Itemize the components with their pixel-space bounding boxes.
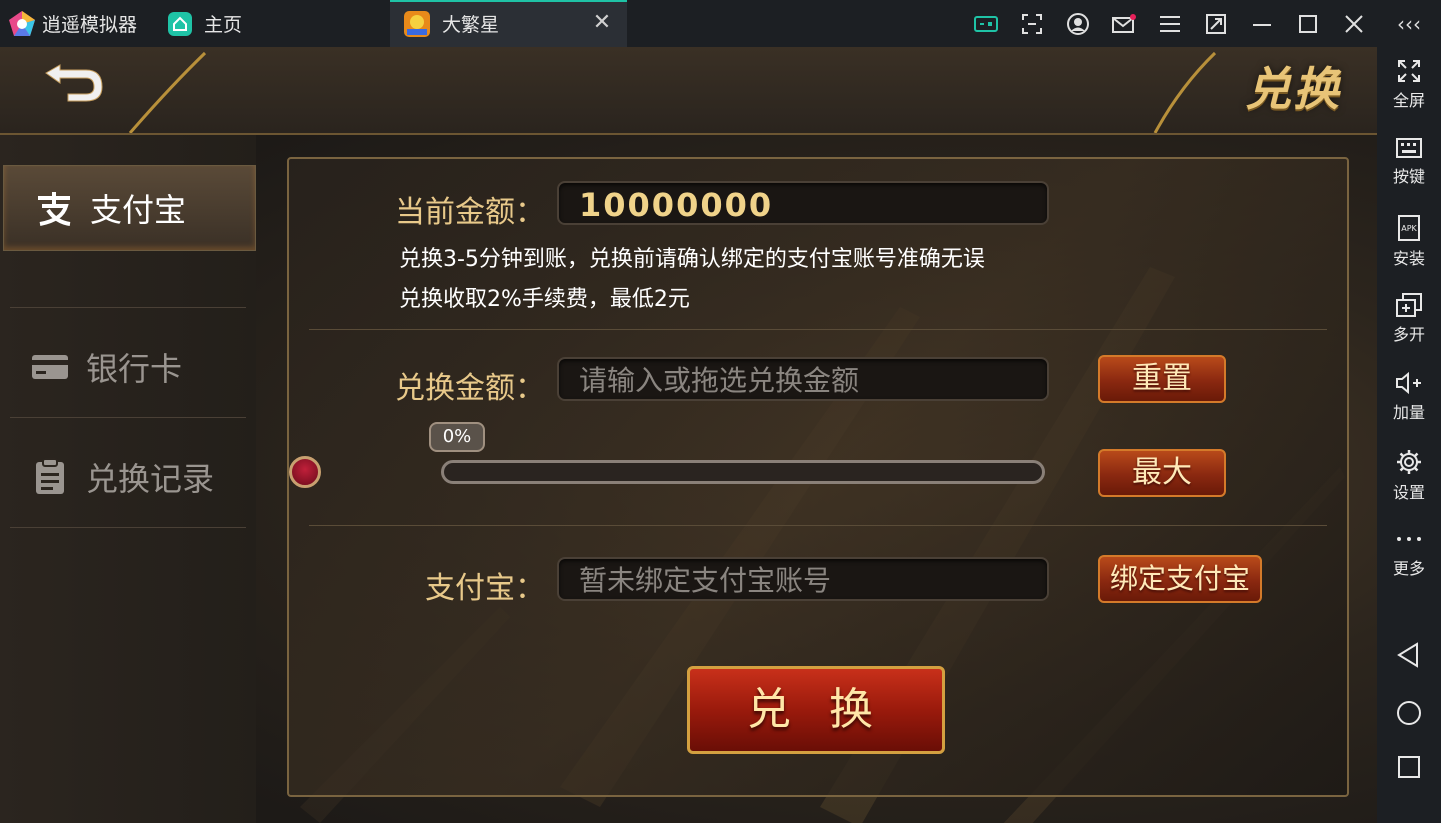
recents-square-icon [1398,756,1420,778]
reset-button[interactable]: 重置 [1098,355,1226,403]
screenshot-icon[interactable] [1009,0,1055,47]
emulator-name: 逍遥模拟器 [42,14,138,36]
sidebar-item-more[interactable]: 更多 [1377,527,1441,579]
more-icon [1397,537,1421,541]
menu-item-label: 支付宝 [90,191,187,229]
minimize-icon[interactable] [1239,0,1285,47]
nav-home-button[interactable] [1377,699,1441,731]
sidebar-label: 多开 [1392,325,1425,344]
collapse-sidebar-icon[interactable]: ‹‹‹ [1377,0,1441,47]
balance-value: 10000000 [579,186,774,224]
game-screen: 兑换 支付宝 银行卡 兑换记录 当前金额： 10000000 兑换3-5分钟到账… [0,47,1377,823]
alipay-account-field: 暂未绑定支付宝账号 [557,557,1049,601]
sidebar-label: 全屏 [1392,91,1425,110]
account-icon[interactable] [1055,0,1101,47]
emulator-sidebar: 全屏 按键 APK 安装 多开 加量 设置 更多 [1377,47,1441,823]
sidebar-item-volume[interactable]: 加量 [1377,371,1441,423]
emulator-app[interactable]: 逍遥模拟器 [8,0,137,47]
alipay-icon [38,192,71,226]
bind-alipay-button[interactable]: 绑定支付宝 [1098,555,1262,603]
emulator-logo-icon [9,10,35,36]
sidebar-item-keyboard[interactable]: 按键 [1377,137,1441,187]
close-icon[interactable] [1331,0,1377,47]
back-triangle-icon [1397,642,1418,668]
tab-home-label: 主页 [204,14,243,36]
exchange-note-1: 兑换3-5分钟到账，兑换前请确认绑定的支付宝账号准确无误 [399,247,985,272]
menu-icon[interactable] [1147,0,1193,47]
gear-icon [1397,450,1421,474]
section-divider [309,525,1327,526]
sidebar-label: 加量 [1392,403,1425,422]
menu-divider [10,307,246,308]
menu-divider [10,417,246,418]
sidebar-item-multi[interactable]: 多开 [1377,293,1441,345]
apk-icon: APK [1398,215,1420,241]
nav-recents-button[interactable] [1377,753,1441,785]
maximize-icon[interactable] [1285,0,1331,47]
left-menu: 支付宝 银行卡 兑换记录 [0,135,256,823]
exchange-note-2: 兑换收取2%手续费，最低2元 [399,287,690,312]
gamepad-icon[interactable] [963,0,1009,47]
game-header: 兑换 [0,47,1377,135]
sidebar-label: 安装 [1392,249,1425,268]
page-title: 兑换 [1245,62,1341,116]
keyboard-icon [1396,138,1422,158]
emulator-titlebar: 逍遥模拟器 主页 大繁星 ✕ ‹‹‹ [0,0,1441,47]
alipay-account-label: 支付宝： [425,571,545,606]
home-circle-icon [1397,701,1421,725]
amount-label: 兑换金额： [395,371,545,406]
svg-text:APK: APK [1401,224,1417,233]
menu-item-exchange-records[interactable]: 兑换记录 [0,422,256,532]
home-icon [168,11,192,36]
menu-item-alipay[interactable]: 支付宝 [3,165,256,251]
game-app-icon [404,10,430,37]
amount-input[interactable]: 请输入或拖选兑换金额 [557,357,1049,401]
exchange-panel: 当前金额： 10000000 兑换3-5分钟到账，兑换前请确认绑定的支付宝账号准… [287,157,1349,797]
tab-close-icon[interactable]: ✕ [591,12,613,34]
menu-item-label: 兑换记录 [86,460,215,498]
tab-game[interactable]: 大繁星 ✕ [390,0,627,47]
menu-item-label: 银行卡 [86,350,183,388]
balance-field: 10000000 [557,181,1049,225]
sidebar-label: 按键 [1392,167,1425,186]
menu-item-bank-card[interactable]: 银行卡 [0,312,256,422]
balance-label: 当前金额： [395,195,545,230]
sidebar-item-settings[interactable]: 设置 [1377,449,1441,503]
header-gold-stroke [128,51,1217,133]
slider-percent-badge: 0% [429,422,485,452]
exchange-submit-button[interactable]: 兑 换 [687,666,945,754]
amount-slider-handle[interactable] [289,456,321,488]
section-divider [309,329,1327,330]
multi-instance-icon [1396,293,1422,317]
sidebar-item-install[interactable]: APK 安装 [1377,215,1441,269]
volume-up-icon [1396,371,1421,395]
amount-slider-track[interactable] [441,460,1045,484]
tab-home[interactable]: 主页 [168,0,242,47]
sidebar-label: 更多 [1392,559,1425,578]
clipboard-icon [36,458,64,494]
tab-game-label: 大繁星 [442,14,500,36]
mail-icon[interactable] [1101,0,1147,47]
fullscreen-icon [1398,60,1420,82]
max-button[interactable]: 最大 [1098,449,1226,497]
nav-back-button[interactable] [1377,641,1441,673]
bank-card-icon [32,355,68,379]
menu-divider [10,527,246,528]
window-mode-icon[interactable] [1193,0,1239,47]
sidebar-label: 设置 [1392,483,1425,502]
sidebar-item-fullscreen[interactable]: 全屏 [1377,59,1441,111]
